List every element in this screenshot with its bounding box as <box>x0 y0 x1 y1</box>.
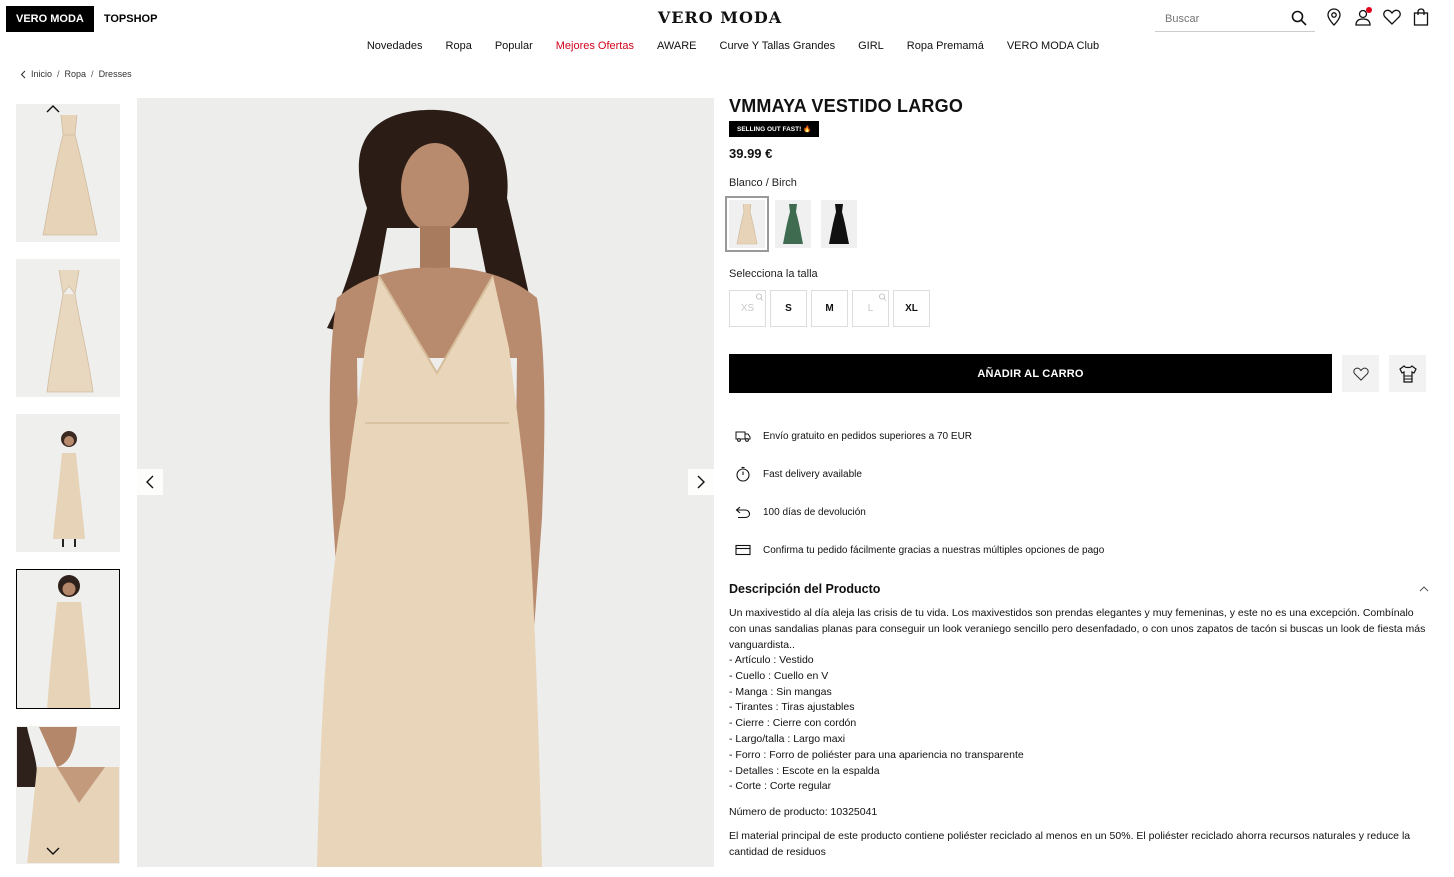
search-input[interactable] <box>1155 12 1283 25</box>
size-xl[interactable]: XL <box>893 290 930 327</box>
chevron-left-icon <box>20 70 26 78</box>
benefit-text: Envío gratuito en pedidos superiores a 7… <box>763 430 973 442</box>
size-s[interactable]: S <box>770 290 807 327</box>
size-s-label: S <box>785 303 792 314</box>
brand-tabs: VERO MODA TOPSHOP <box>6 6 167 32</box>
thumbnail-2[interactable] <box>16 259 120 397</box>
breadcrumb: Inicio / Ropa / Dresses <box>20 69 132 79</box>
size-xs[interactable]: XS <box>729 290 766 327</box>
benefit-text: 100 días de devolución <box>763 506 866 518</box>
chevron-left-icon <box>146 475 154 489</box>
nav-novedades[interactable]: Novedades <box>367 40 423 52</box>
add-to-cart-button[interactable]: AÑADIR AL CARRO <box>729 354 1332 393</box>
thumbnail-1[interactable] <box>16 104 120 242</box>
specs-list: - Artículo : Vestido - Cuello : Cuello e… <box>729 653 1429 795</box>
material-note: El material principal de este producto c… <box>729 830 1411 859</box>
header-icons <box>1324 6 1431 28</box>
benefit-payment: Confirma tu pedido fácilmente gracias a … <box>729 531 1429 569</box>
image-next-button[interactable] <box>688 469 714 495</box>
size-label: Selecciona la talla <box>729 268 818 280</box>
notify-bell-icon <box>756 293 763 301</box>
store-locator-icon[interactable] <box>1324 6 1344 28</box>
size-l-label: L <box>867 303 874 314</box>
spec-item: - Cierre : Cierre con cordón <box>729 717 857 730</box>
swatch-birch[interactable] <box>725 196 769 252</box>
spec-item: - Cuello : Cuello en V <box>729 669 829 682</box>
wishlist-icon[interactable] <box>1382 6 1402 28</box>
main-product-image <box>137 98 714 867</box>
nav-premama[interactable]: Ropa Premamá <box>907 40 984 52</box>
selling-out-badge: SELLING OUT FAST! 🔥 <box>729 121 820 137</box>
account-icon[interactable] <box>1353 6 1373 28</box>
spec-item: - Corte : Corte regular <box>729 780 832 793</box>
add-to-wishlist-button[interactable] <box>1342 355 1379 392</box>
thumbnail-list <box>16 104 122 877</box>
size-l[interactable]: L <box>852 290 889 327</box>
benefit-text: Confirma tu pedido fácilmente gracias a … <box>763 544 1105 556</box>
image-prev-button[interactable] <box>137 469 163 495</box>
spec-item: - Manga : Sin mangas <box>729 685 832 698</box>
stopwatch-icon <box>736 466 750 482</box>
thumb-scroll-up-icon[interactable] <box>44 102 62 116</box>
breadcrumb-inicio[interactable]: Inicio <box>31 69 52 79</box>
swatch-black[interactable] <box>821 200 857 248</box>
nav-mejores-ofertas[interactable]: Mejores Ofertas <box>556 40 634 52</box>
product-price: 39.99 € <box>729 146 773 161</box>
size-m-label: M <box>825 303 834 314</box>
size-xs-label: XS <box>740 303 755 314</box>
thumbnail-3[interactable] <box>16 414 120 552</box>
description-heading: Descripción del Producto <box>729 582 881 596</box>
spec-item: - Artículo : Vestido <box>729 654 814 666</box>
return-arrow-icon <box>735 506 751 519</box>
breadcrumb-ropa[interactable]: Ropa <box>65 69 87 79</box>
chevron-right-icon <box>697 475 705 489</box>
search-icon[interactable] <box>1291 10 1307 26</box>
size-guide-button[interactable] <box>1389 355 1426 392</box>
benefit-free-shipping: Envío gratuito en pedidos superiores a 7… <box>729 417 1429 455</box>
nav-curve[interactable]: Curve Y Tallas Grandes <box>720 40 836 52</box>
swatch-green[interactable] <box>775 200 811 248</box>
nav-girl[interactable]: GIRL <box>858 40 884 52</box>
nav-aware[interactable]: AWARE <box>657 40 697 52</box>
size-m[interactable]: M <box>811 290 848 327</box>
size-xl-label: XL <box>905 303 918 314</box>
benefit-text: Fast delivery available <box>763 468 862 480</box>
nav-ropa[interactable]: Ropa <box>446 40 472 52</box>
tshirt-icon <box>1398 364 1417 383</box>
spec-item: - Tirantes : Tiras ajustables <box>729 701 855 714</box>
credit-card-icon <box>735 544 751 556</box>
spec-item: - Largo/talla : Largo maxi <box>729 732 846 745</box>
benefit-fast-delivery: Fast delivery available <box>729 455 1429 493</box>
thumb-scroll-down-icon[interactable] <box>44 844 62 858</box>
selected-color-name: Blanco / Birch <box>729 177 797 189</box>
benefits-list: Envío gratuito en pedidos superiores a 7… <box>729 417 1429 569</box>
spec-item: - Forro : Forro de poliéster para una ap… <box>729 748 1024 761</box>
chevron-up-icon <box>1419 586 1429 592</box>
truck-icon <box>735 431 751 442</box>
thumbnail-4[interactable] <box>16 569 120 709</box>
spec-item: - Detalles : Escote en la espalda <box>729 764 880 777</box>
heart-icon <box>1352 367 1369 381</box>
description-intro: Un maxivestido al día aleja las crisis d… <box>729 607 1426 651</box>
site-logo[interactable]: VERO MODA <box>620 8 820 27</box>
search-box <box>1155 6 1315 32</box>
color-swatches <box>725 196 1429 252</box>
brand-tab-vero-moda[interactable]: VERO MODA <box>6 6 94 32</box>
nav-club[interactable]: VERO MODA Club <box>1007 40 1099 52</box>
product-number: Número de producto: 10325041 <box>729 806 878 819</box>
bag-icon[interactable] <box>1411 6 1431 28</box>
breadcrumb-dresses[interactable]: Dresses <box>99 69 132 79</box>
notify-bell-icon <box>879 293 886 301</box>
description-accordion-header[interactable]: Descripción del Producto <box>729 582 1429 596</box>
size-selector: XS S M L XL <box>729 290 1429 327</box>
benefit-returns: 100 días de devolución <box>729 493 1429 531</box>
main-nav: Novedades Ropa Popular Mejores Ofertas A… <box>0 40 1454 52</box>
thumbnail-5[interactable] <box>16 726 120 864</box>
product-title: VMMAYA VESTIDO LARGO <box>729 96 964 116</box>
notification-dot <box>1366 7 1372 13</box>
product-panel: VMMAYA VESTIDO LARGO SELLING OUT FAST! 🔥… <box>725 96 1429 860</box>
nav-popular[interactable]: Popular <box>495 40 533 52</box>
cart-row: AÑADIR AL CARRO <box>729 354 1429 393</box>
brand-tab-topshop[interactable]: TOPSHOP <box>94 6 168 32</box>
